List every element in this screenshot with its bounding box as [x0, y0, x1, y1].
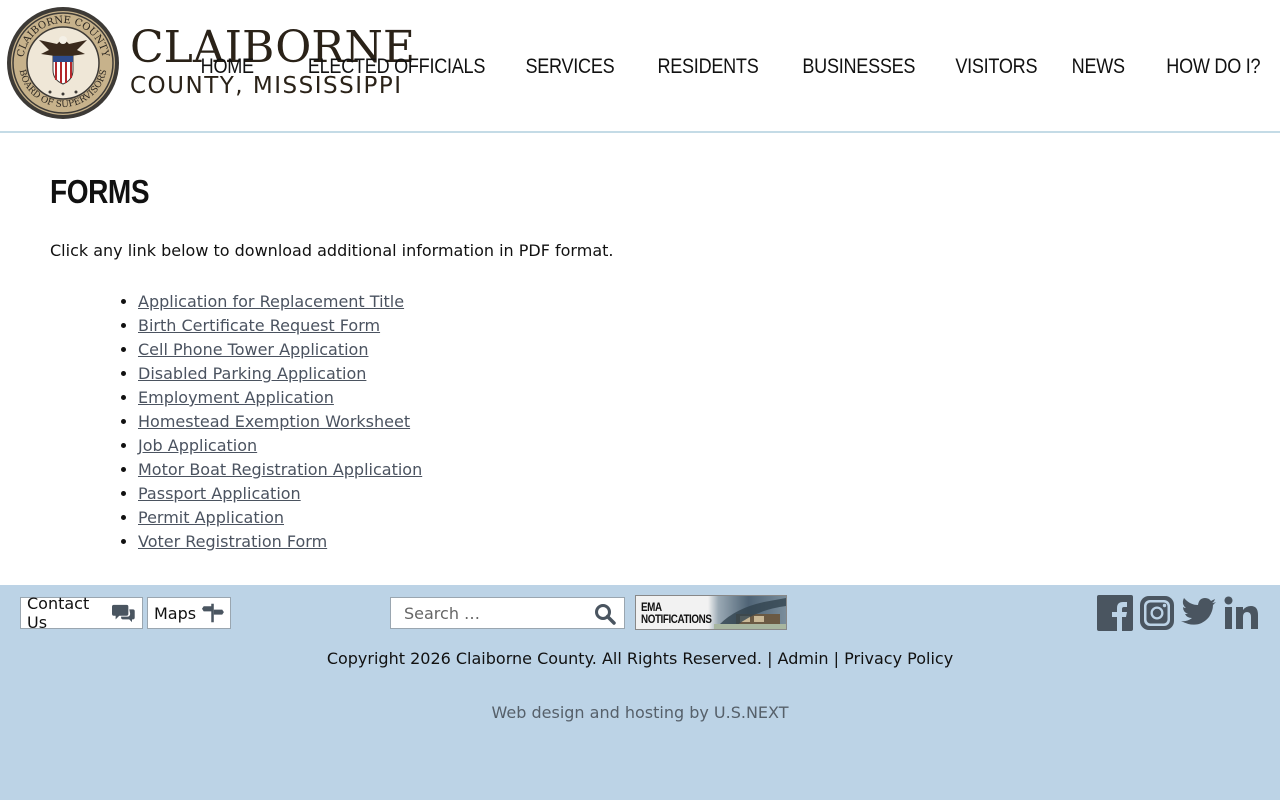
nav-visitors[interactable]: VISITORS [955, 52, 1037, 82]
list-item: Permit Application [138, 506, 1230, 530]
privacy-policy-link[interactable]: Privacy Policy [844, 649, 953, 668]
nav-businesses[interactable]: BUSINESSES [803, 52, 916, 82]
nav-how-do-i[interactable]: HOW DO I? [1166, 52, 1260, 82]
form-link-replacement-title[interactable]: Application for Replacement Title [138, 292, 404, 311]
forms-list: Application for Replacement Title Birth … [138, 290, 1230, 554]
form-link-birth-certificate[interactable]: Birth Certificate Request Form [138, 316, 380, 335]
ema-banner-image [714, 598, 786, 629]
form-link-homestead[interactable]: Homestead Exemption Worksheet [138, 412, 410, 431]
separator: | [767, 649, 773, 668]
twitter-icon[interactable] [1180, 594, 1218, 632]
social-links [1096, 594, 1260, 632]
list-item: Job Application [138, 434, 1230, 458]
site-header: CLAIBORNE COUNTY BOARD OF SUPERVISORS CL… [0, 0, 1280, 133]
nav-home[interactable]: HOME [200, 52, 253, 82]
list-item: Application for Replacement Title [138, 290, 1230, 314]
list-item: Motor Boat Registration Application [138, 458, 1230, 482]
list-item: Cell Phone Tower Application [138, 338, 1230, 362]
site-footer: Contact Us Maps EMA NOTIFICATIONS [0, 585, 1280, 800]
form-link-disabled-parking[interactable]: Disabled Parking Application [138, 364, 366, 383]
main-content: FORMS Click any link below to download a… [50, 172, 1230, 554]
search-icon[interactable] [594, 603, 616, 625]
page-title: FORMS [50, 173, 150, 210]
instagram-icon[interactable] [1138, 594, 1176, 632]
design-credit-link[interactable]: Web design and hosting by U.S.NEXT [0, 702, 1280, 724]
maps-button[interactable]: Maps [147, 597, 231, 629]
contact-us-button[interactable]: Contact Us [20, 594, 143, 632]
nav-elected-officials[interactable]: ELECTED OFFICIALS [308, 52, 486, 82]
maps-label: Maps [154, 603, 197, 623]
copyright-line: Copyright 2026 Claiborne County. All Rig… [0, 648, 1280, 670]
list-item: Homestead Exemption Worksheet [138, 410, 1230, 434]
nav-news[interactable]: NEWS [1072, 52, 1125, 82]
form-link-permit[interactable]: Permit Application [138, 508, 284, 527]
county-seal-logo[interactable]: CLAIBORNE COUNTY BOARD OF SUPERVISORS [6, 6, 120, 120]
copyright-text: Copyright 2026 Claiborne County. All Rig… [326, 649, 762, 668]
intro-text: Click any link below to download additio… [50, 241, 614, 260]
linkedin-icon[interactable] [1222, 594, 1260, 632]
contact-us-label: Contact Us [27, 594, 90, 632]
list-item: Voter Registration Form [138, 530, 1230, 554]
signpost-icon [202, 603, 224, 623]
facebook-icon[interactable] [1096, 594, 1134, 632]
admin-link[interactable]: Admin [778, 649, 829, 668]
list-item: Birth Certificate Request Form [138, 314, 1230, 338]
nav-residents[interactable]: RESIDENTS [657, 52, 758, 82]
form-link-cell-tower[interactable]: Cell Phone Tower Application [138, 340, 368, 359]
form-link-employment[interactable]: Employment Application [138, 388, 334, 407]
form-link-voter-registration[interactable]: Voter Registration Form [138, 532, 327, 551]
list-item: Passport Application [138, 482, 1230, 506]
separator: | [833, 649, 840, 668]
search-input[interactable] [391, 598, 591, 628]
speech-bubbles-icon [112, 604, 136, 623]
list-item: Employment Application [138, 386, 1230, 410]
nav-services[interactable]: SERVICES [526, 52, 615, 82]
form-link-passport[interactable]: Passport Application [138, 484, 301, 503]
search-form [390, 597, 625, 629]
ema-notifications-banner[interactable]: EMA NOTIFICATIONS [635, 595, 787, 630]
form-link-job[interactable]: Job Application [138, 436, 257, 455]
form-link-motor-boat[interactable]: Motor Boat Registration Application [138, 460, 422, 479]
list-item: Disabled Parking Application [138, 362, 1230, 386]
main-nav: HOME ELECTED OFFICIALS SERVICES RESIDENT… [166, 52, 1260, 82]
